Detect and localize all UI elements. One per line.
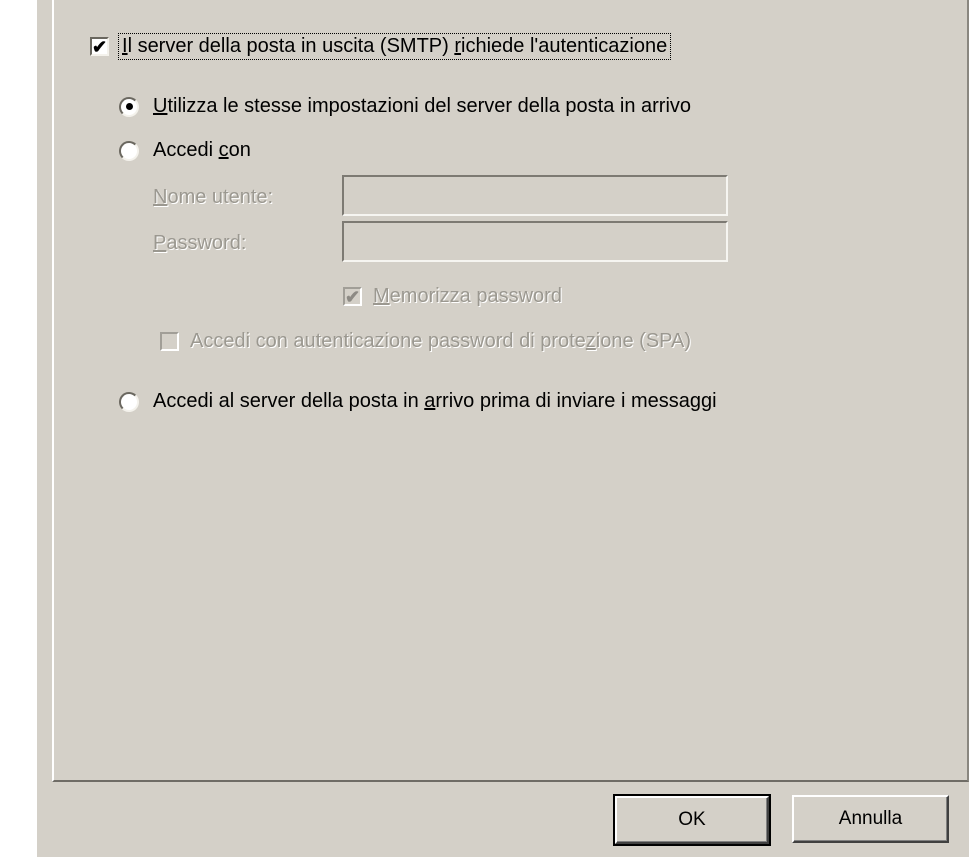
smtp-auth-row[interactable]: ✔ Il server della posta in uscita (SMTP)… xyxy=(90,33,672,60)
password-field[interactable] xyxy=(342,221,728,262)
dialog-window: ✔ Il server della posta in uscita (SMTP)… xyxy=(37,0,969,857)
radio-selected-dot xyxy=(125,103,133,110)
username-field[interactable] xyxy=(342,175,728,216)
radio-same-settings[interactable] xyxy=(119,96,139,117)
smtp-auth-label[interactable]: Il server della posta in uscita (SMTP) r… xyxy=(117,33,672,60)
cancel-button[interactable]: Annulla xyxy=(792,795,949,843)
spa-checkbox[interactable] xyxy=(160,332,179,351)
spa-row[interactable]: Accedi con autenticazione password di pr… xyxy=(160,330,691,353)
ok-button[interactable]: OK xyxy=(613,794,771,846)
password-label: Password: xyxy=(153,232,247,254)
spa-label[interactable]: Accedi con autenticazione password di pr… xyxy=(190,330,691,353)
radio-same-settings-row[interactable]: Utilizza le stesse impostazioni del serv… xyxy=(119,95,691,118)
radio-incoming-first-label[interactable]: Accedi al server della posta in arrivo p… xyxy=(153,390,717,413)
remember-password-label[interactable]: Memorizza password xyxy=(373,285,562,308)
radio-incoming-first-row[interactable]: Accedi al server della posta in arrivo p… xyxy=(119,390,717,413)
radio-login-label[interactable]: Accedi con xyxy=(153,139,251,162)
remember-password-checkbox[interactable]: ✔ xyxy=(343,287,362,306)
username-label: Nome utente: xyxy=(153,186,274,208)
radio-login-row[interactable]: Accedi con xyxy=(119,139,251,162)
remember-password-row[interactable]: ✔ Memorizza password xyxy=(343,285,562,308)
smtp-auth-checkbox[interactable]: ✔ xyxy=(90,37,109,56)
radio-same-settings-label[interactable]: Utilizza le stesse impostazioni del serv… xyxy=(153,95,691,118)
radio-incoming-first[interactable] xyxy=(119,391,139,412)
radio-login[interactable] xyxy=(119,140,139,161)
